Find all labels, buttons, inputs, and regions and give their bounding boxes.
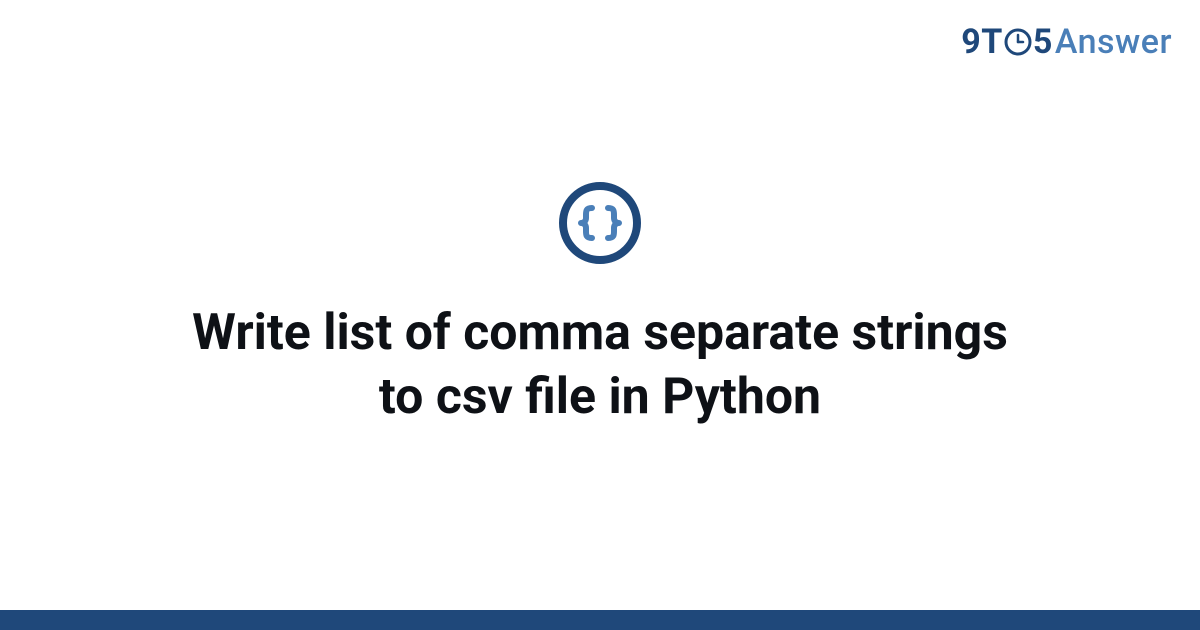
main-content: Write list of comma separate strings to … [0,0,1200,610]
code-braces-icon [558,181,642,265]
bottom-accent-bar [0,610,1200,630]
page-title: Write list of comma separate strings to … [150,301,1050,429]
